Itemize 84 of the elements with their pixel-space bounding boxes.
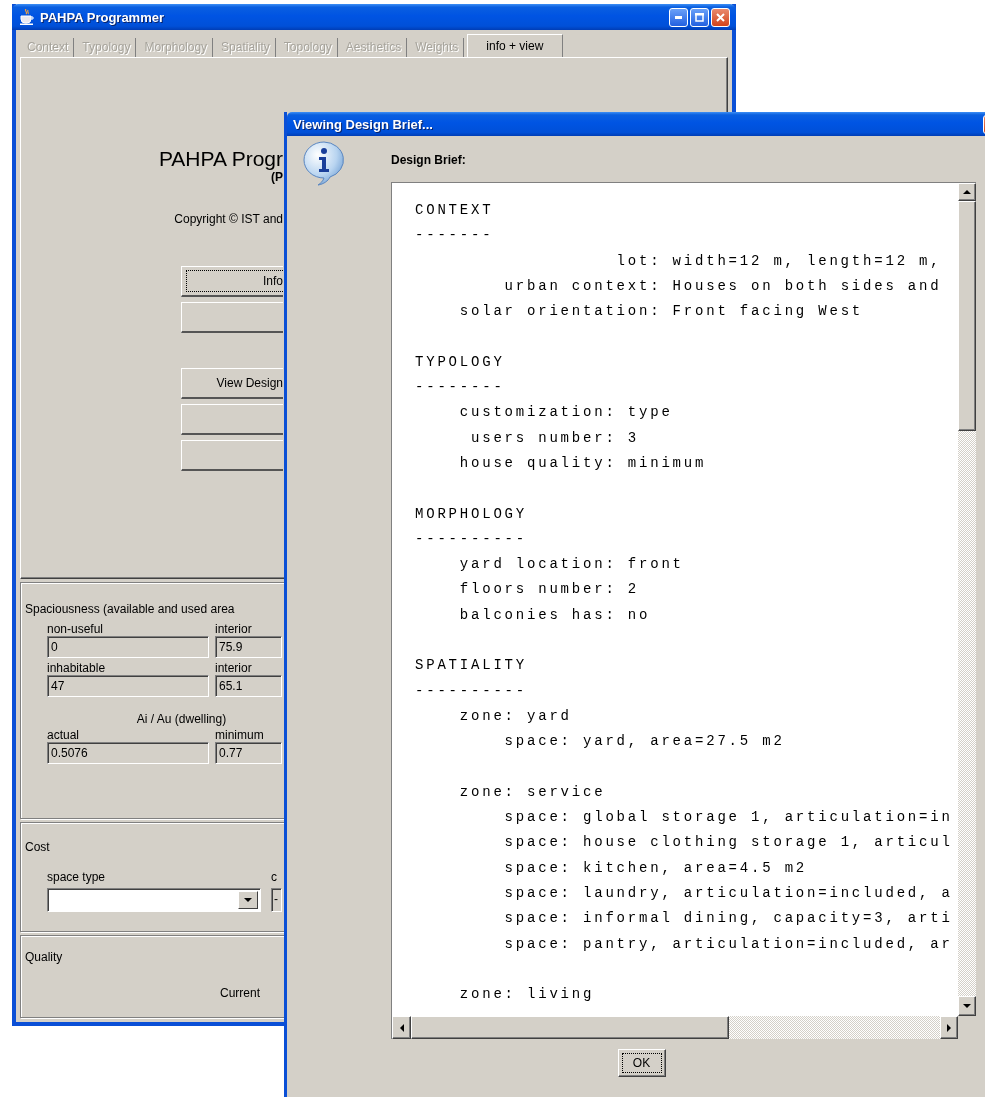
- panel-button[interactable]: View Design: [181, 368, 283, 399]
- space-line: space: yard, area=27.5 m2: [504, 732, 785, 752]
- section-heading: SPATIALITY: [415, 656, 527, 676]
- brief-line: users number: 3: [471, 428, 640, 448]
- brief-text-area[interactable]: [391, 182, 976, 1039]
- brief-line: house quality: minimum: [459, 453, 707, 473]
- vertical-scrollbar[interactable]: [958, 183, 976, 1016]
- caret-icon: [244, 897, 252, 903]
- field-label: minimum: [215, 728, 265, 742]
- section-heading: CONTEXT: [415, 201, 494, 220]
- horizontal-scrollbar[interactable]: [392, 1016, 958, 1039]
- space-type-dropdown[interactable]: [47, 888, 261, 912]
- zone-line: zone: living: [459, 985, 595, 1005]
- blank-button[interactable]: [181, 404, 283, 435]
- section-heading: MORPHOLOGY: [415, 504, 527, 524]
- space-line: space: kitchen, area=4.5 m2: [504, 858, 808, 878]
- info-icon: [302, 140, 346, 186]
- copyright-text: Copyright © IST and: [174, 212, 283, 226]
- scroll-left-button[interactable]: [392, 1016, 411, 1039]
- scroll-thumb[interactable]: [411, 1016, 729, 1039]
- ok-button[interactable]: OK: [617, 1049, 666, 1077]
- space-line: space: house clothing storage 1, articul: [504, 833, 953, 853]
- brief-line: balconies has: no: [459, 605, 651, 625]
- value-field: -: [271, 888, 282, 912]
- up-arrow-icon: [963, 189, 971, 195]
- blank-button[interactable]: [181, 440, 283, 471]
- scroll-right-button[interactable]: [940, 1016, 958, 1039]
- dialog-title: Viewing Design Brief...: [293, 116, 434, 132]
- value-field: 0.5076: [47, 742, 209, 764]
- field-label: interior: [215, 661, 253, 675]
- field-label: interior: [215, 622, 253, 636]
- app-title: PAHPA Progr: [158, 146, 283, 172]
- section-rule: -------: [415, 226, 494, 246]
- down-arrow-icon: [963, 1003, 971, 1009]
- app-subtitle: (P: [271, 170, 283, 184]
- field-label: actual: [47, 728, 81, 742]
- field-label: inhabitable: [47, 661, 107, 675]
- value-field: 47: [47, 675, 209, 697]
- dialog-heading: Design Brief:: [391, 153, 466, 167]
- brief-line: solar orientation: Front facing West: [459, 302, 864, 322]
- value-field: 65.1: [215, 675, 282, 697]
- group-title: Cost: [24, 839, 50, 854]
- section-rule: --------: [415, 378, 505, 398]
- dropdown-arrow-button[interactable]: [238, 891, 258, 909]
- brief-line: lot: width=12 m, length=12 m,: [616, 251, 942, 271]
- close-button[interactable]: [711, 7, 730, 27]
- group-title: Quality: [24, 949, 63, 964]
- tab[interactable]: info + view: [467, 34, 564, 57]
- zone-line: zone: service: [459, 782, 606, 802]
- brief-line: floors number: 2: [459, 580, 640, 600]
- space-line: space: global storage 1, articulation=in: [504, 808, 953, 828]
- value-field: 75.9: [215, 636, 282, 658]
- scroll-thumb[interactable]: [958, 201, 976, 431]
- blank-button[interactable]: [181, 302, 283, 333]
- group-title: Spaciousness (available and used area: [24, 601, 235, 616]
- scroll-up-button[interactable]: [958, 183, 976, 201]
- minimize-button[interactable]: [669, 7, 688, 27]
- space-line: space: laundry, articulation=included, a: [504, 884, 953, 903]
- field-label: c: [271, 870, 277, 884]
- maximize-icon: [695, 12, 704, 22]
- minimize-icon: [675, 15, 682, 19]
- value-field: 0: [47, 636, 209, 658]
- window-title: PAHPA Programmer: [40, 9, 165, 25]
- field-label: Current: [220, 986, 260, 1000]
- maximize-button[interactable]: [690, 7, 709, 27]
- brief-line: urban context: Houses on both sides and: [504, 276, 942, 296]
- scroll-down-button[interactable]: [958, 996, 976, 1016]
- field-label: non-useful: [47, 622, 105, 636]
- panel-button[interactable]: Info: [181, 266, 283, 297]
- field-label: space type: [47, 870, 106, 884]
- zone-line: zone: yard: [459, 706, 572, 726]
- section-rule: ----------: [415, 681, 527, 701]
- brief-line: yard location: front: [459, 555, 684, 575]
- right-arrow-icon: [946, 1023, 952, 1032]
- section-heading: TYPOLOGY: [415, 352, 505, 372]
- space-line: space: informal dining, capacity=3, arti: [504, 909, 953, 929]
- space-line: space: pantry, articulation=included, ar: [504, 934, 953, 954]
- left-arrow-icon: [398, 1023, 405, 1032]
- brief-line: customization: type: [459, 403, 673, 423]
- value-field: 0.77: [215, 742, 282, 764]
- close-icon: [716, 12, 725, 22]
- coffee-cup-icon: [20, 9, 34, 25]
- ratio-title: Ai / Au (dwelling): [136, 712, 227, 726]
- section-rule: ----------: [415, 529, 527, 549]
